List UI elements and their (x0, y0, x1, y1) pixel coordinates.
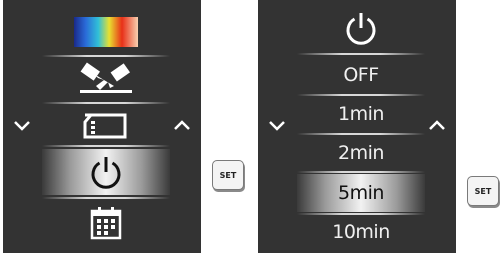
chevron-down-icon[interactable] (13, 119, 31, 131)
set-button[interactable]: SET (467, 176, 499, 206)
memory-card-icon (83, 113, 127, 139)
image-transfer-menu-item[interactable] (42, 60, 170, 98)
option-5min-selected[interactable]: 5min (297, 174, 425, 212)
auto-power-off-panel: OFF 1min 2min 5min 10min (258, 0, 456, 253)
power-header (297, 8, 425, 48)
set-button[interactable]: SET (212, 160, 244, 190)
separator (42, 145, 170, 147)
chevron-up-icon[interactable] (173, 119, 191, 131)
chevron-up-icon[interactable] (428, 119, 446, 131)
option-label: 2min (338, 142, 384, 164)
separator (297, 94, 425, 96)
power-icon (346, 13, 376, 45)
separator (297, 171, 425, 173)
color-palette-icon (74, 17, 138, 47)
power-icon (91, 157, 121, 189)
separator (297, 133, 425, 135)
calendar-menu-item[interactable] (42, 202, 170, 244)
separator (297, 53, 425, 55)
separator (297, 213, 425, 215)
option-1min[interactable]: 1min (297, 97, 425, 131)
chevron-down-icon[interactable] (268, 119, 286, 131)
option-label: OFF (343, 64, 379, 86)
palette-menu-item[interactable] (42, 14, 170, 50)
separator (42, 197, 170, 199)
separator (42, 102, 170, 104)
option-label: 5min (338, 182, 384, 204)
separator (42, 55, 170, 57)
left-menu-panel (3, 0, 201, 253)
calendar-icon (90, 207, 122, 240)
image-transfer-icon (80, 62, 132, 93)
power-menu-item-selected[interactable] (42, 149, 170, 195)
option-10min[interactable]: 10min (297, 216, 425, 248)
option-label: 1min (338, 103, 384, 125)
option-2min[interactable]: 2min (297, 136, 425, 170)
option-off[interactable]: OFF (297, 58, 425, 92)
option-label: 10min (332, 221, 390, 243)
memory-card-menu-item[interactable] (42, 107, 170, 143)
